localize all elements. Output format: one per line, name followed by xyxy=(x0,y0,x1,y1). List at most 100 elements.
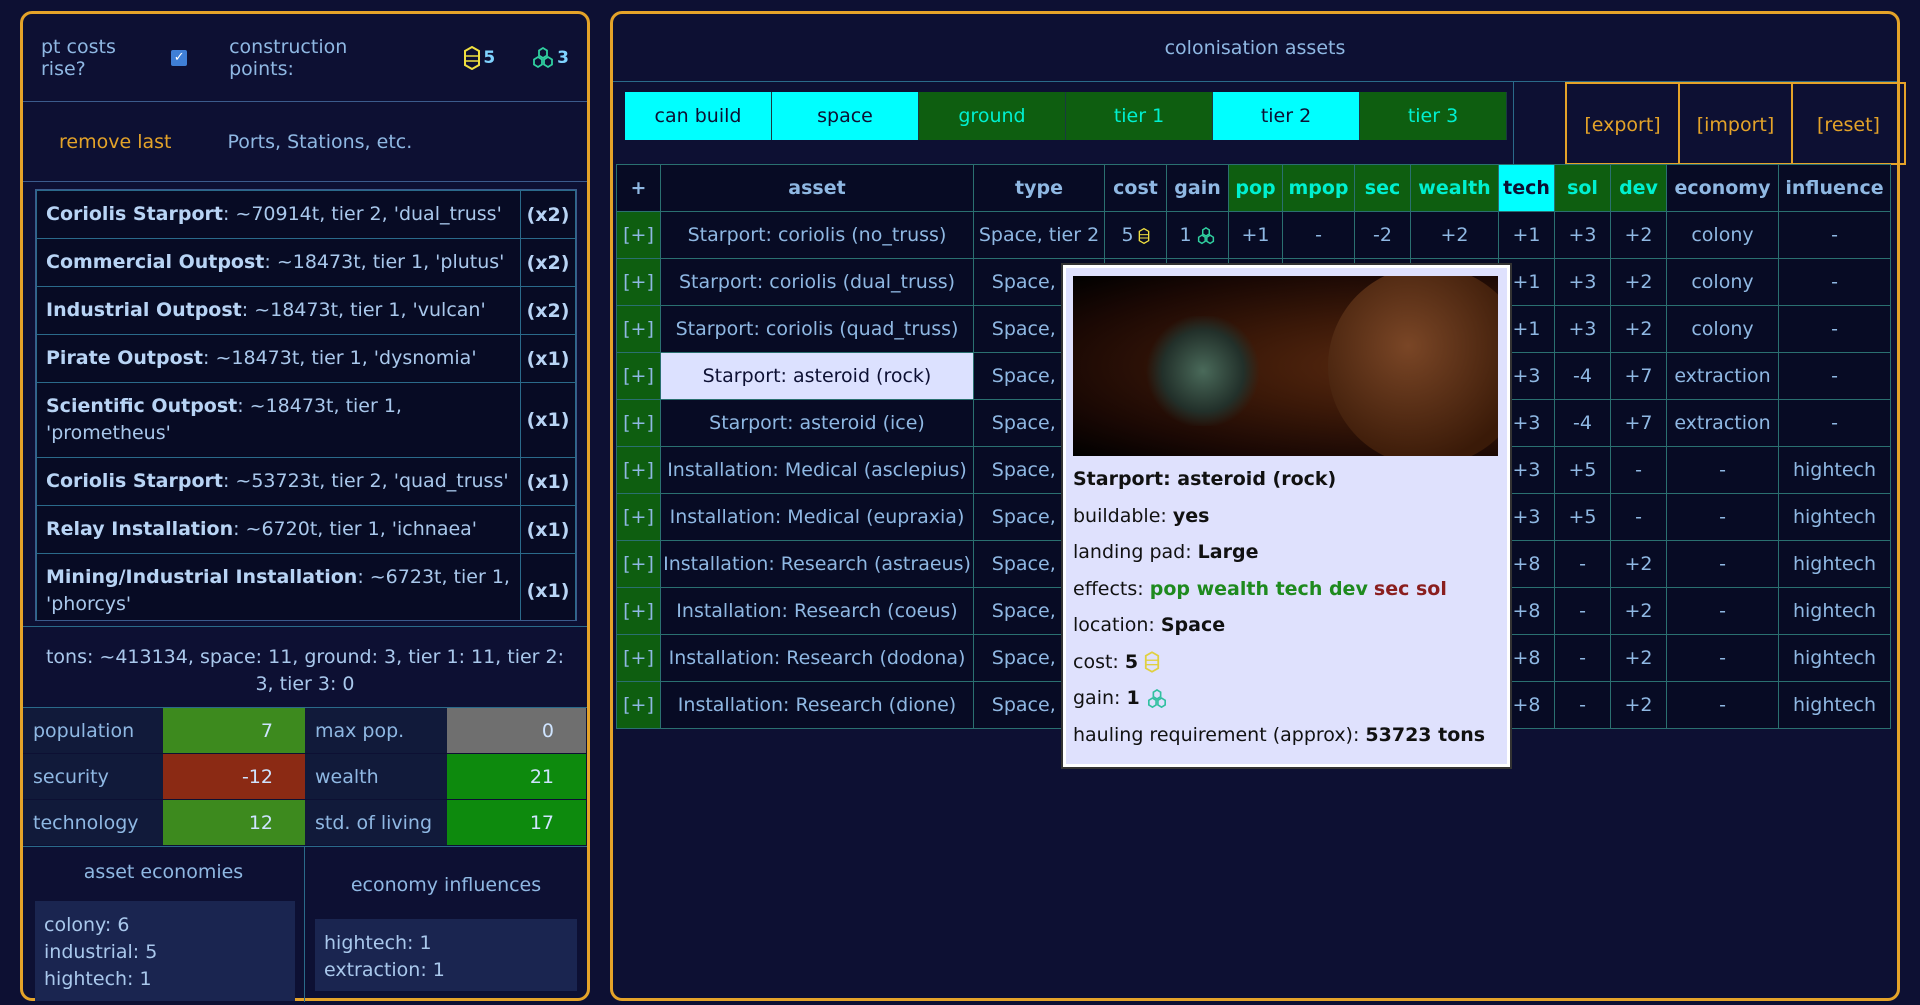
cell-sol: - xyxy=(1554,681,1611,729)
effects-negative: sec sol xyxy=(1373,577,1447,600)
cell-influence: hightech xyxy=(1778,587,1891,635)
header-cost[interactable]: cost xyxy=(1104,164,1167,212)
header-type[interactable]: type xyxy=(973,164,1105,212)
header-influence[interactable]: influence xyxy=(1778,164,1891,212)
population-value: 7 xyxy=(163,708,305,754)
header-asset[interactable]: asset xyxy=(660,164,974,212)
add-asset-button[interactable]: [+] xyxy=(616,681,661,729)
add-asset-button[interactable]: [+] xyxy=(616,258,661,306)
filter-ground[interactable]: ground xyxy=(919,92,1066,140)
cell-asset: Installation: Medical (eupraxia) xyxy=(660,493,974,541)
std-of-living-label: std. of living xyxy=(305,800,447,846)
space-point-icon xyxy=(1138,224,1150,246)
reset-button[interactable]: [reset] xyxy=(1791,82,1906,165)
item-name: Mining/Industrial Installation xyxy=(46,566,358,588)
influence-line: extraction: 1 xyxy=(324,959,445,981)
wealth-value: 21 xyxy=(447,754,586,800)
cell-influence: - xyxy=(1778,352,1891,400)
list-item[interactable]: Pirate Outpost: ~18473t, tier 1, 'dysnom… xyxy=(36,335,576,383)
asset-economies: asset economies colony: 6 industrial: 5 … xyxy=(23,846,305,1002)
add-asset-button[interactable]: [+] xyxy=(616,352,661,400)
filter-tier-2[interactable]: tier 2 xyxy=(1213,92,1360,140)
settings-row: pt costs rise? ✓ construction points: 5 … xyxy=(23,14,587,102)
cell-dev: +2 xyxy=(1610,305,1667,353)
cell-influence: - xyxy=(1778,305,1891,353)
cell-influence: - xyxy=(1778,211,1891,259)
cell-economy: extraction xyxy=(1666,399,1779,447)
cell-sol: -4 xyxy=(1554,352,1611,400)
header-sol[interactable]: sol xyxy=(1554,164,1611,212)
cell-sol: +5 xyxy=(1554,493,1611,541)
build-list[interactable]: Coriolis Starport: ~70914t, tier 2, 'dua… xyxy=(35,189,577,621)
header-tech[interactable]: tech xyxy=(1498,164,1555,212)
header-add[interactable]: + xyxy=(616,164,661,212)
stats-grid: population 7 max pop. 0 security -12 wea… xyxy=(23,708,587,846)
list-item[interactable]: Commercial Outpost: ~18473t, tier 1, 'pl… xyxy=(36,239,576,287)
max-pop-label: max pop. xyxy=(305,708,447,754)
add-asset-button[interactable]: [+] xyxy=(616,634,661,682)
table-row[interactable]: [+] Starport: coriolis (no_truss) Space, t… xyxy=(616,211,1891,259)
list-item[interactable]: Relay Installation: ~6720t, tier 1, 'ich… xyxy=(36,506,576,554)
add-asset-button[interactable]: [+] xyxy=(616,587,661,635)
add-asset-button[interactable]: [+] xyxy=(616,399,661,447)
cell-dev: - xyxy=(1610,493,1667,541)
header-economy[interactable]: economy xyxy=(1666,164,1779,212)
add-asset-button[interactable]: [+] xyxy=(616,305,661,353)
tons-summary: tons: ~413134, space: 11, ground: 3, tie… xyxy=(23,626,587,708)
header-pop[interactable]: pop xyxy=(1228,164,1283,212)
header-dev[interactable]: dev xyxy=(1610,164,1667,212)
item-count: (x2) xyxy=(526,203,570,226)
item-name: Coriolis Starport xyxy=(46,203,223,225)
list-item[interactable]: Coriolis Starport: ~53723t, tier 2, 'qua… xyxy=(36,458,576,506)
item-count: (x1) xyxy=(526,518,570,541)
list-item[interactable]: Coriolis Starport: ~70914t, tier 2, 'dua… xyxy=(36,190,576,239)
panel-title: colonisation assets xyxy=(613,14,1897,82)
pad-value: Large xyxy=(1197,541,1259,563)
asset-image xyxy=(1073,276,1498,456)
population-label: population xyxy=(23,708,163,754)
action-bar: [export] [import] [reset] xyxy=(1565,82,1906,165)
import-button[interactable]: [import] xyxy=(1678,82,1793,165)
cell-cost: 5 xyxy=(1104,211,1167,259)
cell-sol: +3 xyxy=(1554,211,1611,259)
header-mpop[interactable]: mpop xyxy=(1282,164,1355,212)
filter-tier-3[interactable]: tier 3 xyxy=(1360,92,1507,140)
header-sec[interactable]: sec xyxy=(1354,164,1411,212)
list-item[interactable]: Scientific Outpost: ~18473t, tier 1, 'pr… xyxy=(36,383,576,458)
asset-economies-title: asset economies xyxy=(83,861,244,883)
hauling-label: hauling requirement (approx): xyxy=(1073,723,1360,746)
cell-influence: - xyxy=(1778,399,1891,447)
cell-dev: +2 xyxy=(1610,540,1667,588)
cell-influence: hightech xyxy=(1778,446,1891,494)
add-asset-button[interactable]: [+] xyxy=(616,540,661,588)
add-asset-button[interactable]: [+] xyxy=(616,493,661,541)
cell-economy: - xyxy=(1666,681,1779,729)
wealth-label: wealth xyxy=(305,754,447,800)
filter-tier-1[interactable]: tier 1 xyxy=(1066,92,1213,140)
export-button[interactable]: [export] xyxy=(1565,82,1680,165)
security-label: security xyxy=(23,754,163,800)
cell-economy: - xyxy=(1666,540,1779,588)
economy-influences-title: economy influences xyxy=(350,874,542,896)
cell-economy: - xyxy=(1666,446,1779,494)
header-gain[interactable]: gain xyxy=(1166,164,1229,212)
item-name: Commercial Outpost xyxy=(46,251,265,273)
cell-sol: - xyxy=(1554,540,1611,588)
list-item[interactable]: Mining/Industrial Installation: ~6723t, … xyxy=(36,554,576,620)
header-wealth[interactable]: wealth xyxy=(1410,164,1499,212)
filter-can-build[interactable]: can build xyxy=(625,92,772,140)
list-item[interactable]: Industrial Outpost: ~18473t, tier 1, 'vu… xyxy=(36,287,576,335)
tooltip-title: Starport: asteroid (rock) xyxy=(1073,468,1337,490)
item-name: Scientific Outpost xyxy=(46,395,238,417)
item-detail: : ~70914t, tier 2, 'dual_truss' xyxy=(222,203,502,225)
filter-space[interactable]: space xyxy=(772,92,919,140)
econ-line: hightech: 1 xyxy=(44,968,152,990)
pt-costs-checkbox[interactable]: ✓ xyxy=(171,49,188,66)
add-asset-button[interactable]: [+] xyxy=(616,446,661,494)
remove-last-button[interactable]: remove last xyxy=(59,131,171,153)
location-value: Space xyxy=(1160,614,1226,636)
cost-value: 5 xyxy=(1121,224,1134,246)
cell-dev: +2 xyxy=(1610,681,1667,729)
add-asset-button[interactable]: [+] xyxy=(616,211,661,259)
cell-type: Space, tier 2 xyxy=(973,211,1105,259)
